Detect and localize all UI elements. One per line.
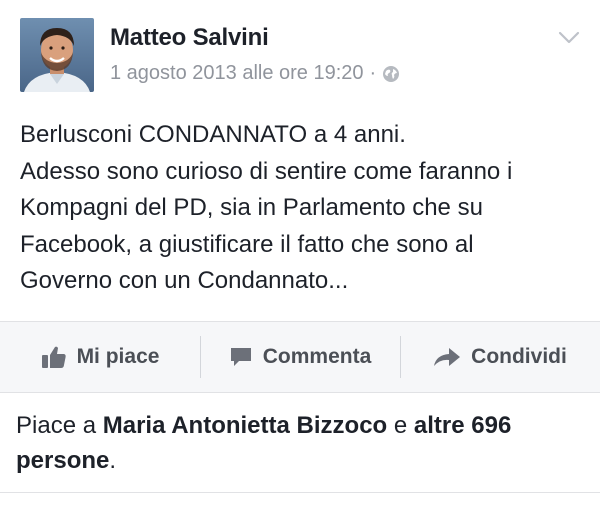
likes-prefix: Piace a [16, 412, 97, 439]
divider [0, 492, 600, 493]
share-button[interactable]: Condividi [400, 322, 600, 392]
post-meta: 1 agosto 2013 alle ore 19:20 · [110, 62, 400, 85]
avatar-image [20, 18, 94, 92]
share-arrow-icon [433, 346, 461, 368]
post-timestamp[interactable]: 1 agosto 2013 alle ore 19:20 [110, 62, 364, 85]
action-bar: Mi piace Commenta Condividi [0, 321, 600, 393]
globe-icon[interactable] [382, 65, 400, 83]
avatar[interactable] [20, 18, 94, 92]
thumbs-up-icon [41, 345, 67, 369]
like-label: Mi piace [76, 345, 160, 368]
post-text: Berlusconi CONDANNATO a 4 anni. Adesso s… [20, 117, 590, 300]
post-text-line: Governo con un Condannato... [20, 267, 349, 294]
post-text-line: Adesso sono curioso di sentire come fara… [20, 157, 513, 185]
post-header: Matteo Salvini 1 agosto 2013 alle ore 19… [0, 0, 600, 100]
likes-summary: Piace a Maria Antonietta Bizzoco e altre… [16, 408, 586, 478]
liker-name-link[interactable]: Maria Antonietta Bizzoco [103, 412, 387, 439]
share-label: Condividi [471, 345, 567, 368]
post-text-line: Berlusconi CONDANNATO a 4 anni. [20, 121, 406, 148]
like-button[interactable]: Mi piace [0, 322, 200, 392]
meta-separator: · [369, 62, 377, 84]
comment-label: Commenta [262, 345, 372, 368]
post-text-line: Facebook, a giustificare il fatto che so… [20, 230, 474, 258]
likes-suffix: . [109, 447, 117, 474]
speech-bubble-icon [229, 346, 253, 368]
comment-button[interactable]: Commenta [200, 322, 400, 392]
author-name[interactable]: Matteo Salvini [110, 24, 269, 52]
likes-conjunction: e [393, 412, 408, 439]
post-text-line: Kompagni del PD, sia in Parlamento che s… [20, 194, 483, 221]
chevron-down-icon[interactable] [558, 30, 580, 46]
